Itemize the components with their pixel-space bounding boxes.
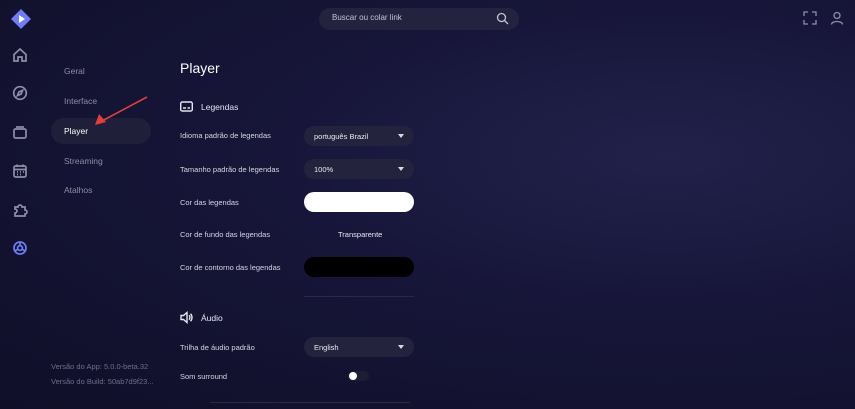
sidebar-item-label: Player <box>64 126 89 136</box>
audio-track-select[interactable]: English <box>304 337 414 357</box>
outline-color-swatch[interactable] <box>304 257 414 277</box>
addons-icon[interactable] <box>11 201 29 219</box>
select-value: English <box>314 343 339 352</box>
caret-down-icon <box>398 134 404 138</box>
default-size-label: Tamanho padrão de legendas <box>180 165 280 174</box>
subtitle-color-swatch[interactable] <box>304 192 414 212</box>
default-language-label: Idioma padrão de legendas <box>180 131 271 140</box>
surround-toggle[interactable] <box>348 371 369 381</box>
section-title: Áudio <box>201 312 223 323</box>
subtitles-section-header: Legendas <box>180 100 238 113</box>
sidebar-item-player[interactable]: Player <box>51 118 151 144</box>
background-color-label: Cor de fundo das legendas <box>180 230 271 239</box>
subtitles-icon <box>180 101 193 112</box>
toggle-knob <box>349 372 357 380</box>
sidebar-item-label: Streaming <box>64 156 103 166</box>
sidebar-item-label: Geral <box>64 66 85 76</box>
sidebar-item-geral[interactable]: Geral <box>51 58 151 84</box>
select-value: 100% <box>314 165 334 174</box>
user-icon[interactable] <box>830 11 844 25</box>
surround-label: Som surround <box>180 372 228 381</box>
sidebar-item-streaming[interactable]: Streaming <box>51 148 151 174</box>
select-value: português Brazil <box>314 132 369 141</box>
app-version: Versão do App: 5.0.0-beta.32 <box>51 362 149 371</box>
audio-section-header: Áudio <box>180 311 223 324</box>
compass-icon[interactable] <box>11 84 29 102</box>
section-title: Legendas <box>201 101 239 112</box>
sidebar-item-label: Interface <box>64 96 98 106</box>
sidebar-item-label: Atalhos <box>64 185 93 195</box>
audio-track-label: Trilha de áudio padrão <box>180 343 255 352</box>
build-version: Versão do Build: 50ab7d9f23... <box>51 377 154 386</box>
search-placeholder: Buscar ou colar link <box>332 13 402 22</box>
search-bar[interactable]: Buscar ou colar link <box>319 8 519 30</box>
fullscreen-icon[interactable] <box>803 11 817 25</box>
home-icon[interactable] <box>11 46 29 64</box>
page-title: Player <box>180 60 220 76</box>
sidebar-item-atalhos[interactable]: Atalhos <box>51 177 151 203</box>
default-language-select[interactable]: português Brazil <box>304 126 414 146</box>
background-color-value[interactable]: Transparente <box>338 230 382 239</box>
speaker-icon <box>180 311 193 324</box>
settings-icon[interactable] <box>11 239 29 257</box>
caret-down-icon <box>398 167 404 171</box>
divider <box>304 296 414 297</box>
outline-color-label: Cor de contorno das legendas <box>180 263 281 272</box>
divider <box>210 402 410 403</box>
caret-down-icon <box>398 345 404 349</box>
subtitle-color-label: Cor das legendas <box>180 198 239 207</box>
calendar-icon[interactable] <box>11 162 29 180</box>
app-logo[interactable] <box>10 8 32 30</box>
sidebar-item-interface[interactable]: Interface <box>51 88 151 114</box>
default-size-select[interactable]: 100% <box>304 159 414 179</box>
nav-rail <box>0 0 40 409</box>
search-icon[interactable] <box>496 12 509 25</box>
library-icon[interactable] <box>11 123 29 141</box>
